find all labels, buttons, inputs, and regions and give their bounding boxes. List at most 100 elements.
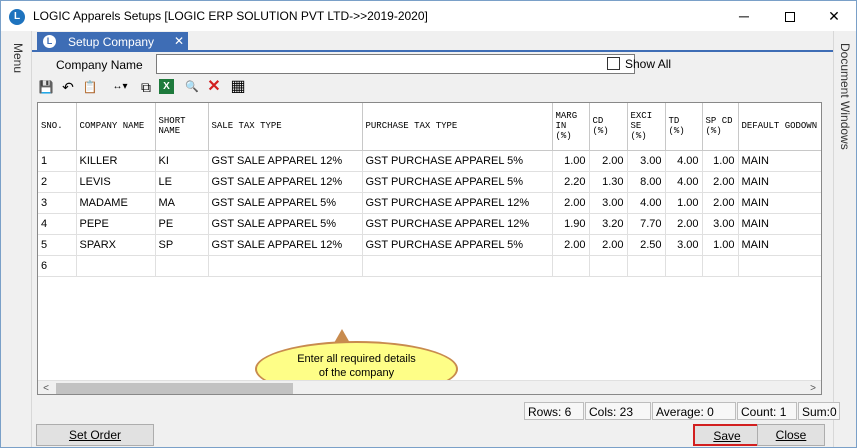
cell-td[interactable]: 3.00 <box>665 234 703 256</box>
cell-excise[interactable]: 4.00 <box>627 192 666 214</box>
cell-purchase-tax-type[interactable]: GST PURCHASE APPAREL 12% <box>362 213 553 235</box>
col-header-td[interactable]: TD (%) <box>665 103 703 151</box>
col-header-default-godown[interactable]: DEFAULT GODOWN <box>738 103 821 151</box>
cell-company-name[interactable]: LEVIS <box>76 171 156 193</box>
scroll-right-icon[interactable]: > <box>805 381 821 394</box>
cell-purchase-tax-type[interactable]: GST PURCHASE APPAREL 5% <box>362 171 553 193</box>
minimize-button[interactable]: ─ <box>721 1 767 31</box>
cell-excise[interactable]: 2.50 <box>627 234 666 256</box>
cell-company-name[interactable]: PEPE <box>76 213 156 235</box>
scroll-left-icon[interactable]: < <box>38 381 54 394</box>
cell-margin[interactable]: 2.20 <box>552 171 590 193</box>
cell-sale-tax-type[interactable]: GST SALE APPAREL 12% <box>208 171 363 193</box>
binoculars-find-icon[interactable]: 🔍 <box>183 78 201 96</box>
save-icon[interactable]: 💾 <box>37 78 55 96</box>
cell-sale-tax-type[interactable]: GST SALE APPAREL 5% <box>208 213 363 235</box>
cell-td[interactable] <box>665 255 703 277</box>
col-header-sno[interactable]: SNO. <box>38 103 77 151</box>
copy-icon[interactable]: ⧉ <box>137 78 155 96</box>
document-windows-panel[interactable]: Document Windows <box>833 31 856 447</box>
cell-margin[interactable]: 1.00 <box>552 150 590 172</box>
cell-short-name[interactable] <box>155 255 209 277</box>
cell-company-name[interactable]: KILLER <box>76 150 156 172</box>
close-button[interactable]: Close <box>757 424 825 446</box>
col-header-margin[interactable]: MARG IN (%) <box>552 103 590 151</box>
tab-setup-company[interactable]: L Setup Company ✕ <box>37 32 188 52</box>
cell-sno[interactable]: 4 <box>38 213 77 235</box>
cell-sp-cd[interactable] <box>702 255 739 277</box>
col-header-sp-cd[interactable]: SP CD (%) <box>702 103 739 151</box>
cell-short-name[interactable]: SP <box>155 234 209 256</box>
col-header-cd[interactable]: CD (%) <box>589 103 628 151</box>
cell-excise[interactable]: 3.00 <box>627 150 666 172</box>
cell-margin[interactable] <box>552 255 590 277</box>
column-width-icon[interactable]: ↔▾ <box>107 78 133 96</box>
cell-cd[interactable] <box>589 255 628 277</box>
table-row[interactable]: 6 <box>38 255 821 277</box>
cell-cd[interactable]: 1.30 <box>589 171 628 193</box>
cell-td[interactable]: 1.00 <box>665 192 703 214</box>
cell-sale-tax-type[interactable] <box>208 255 363 277</box>
cell-company-name[interactable]: SPARX <box>76 234 156 256</box>
cell-short-name[interactable]: MA <box>155 192 209 214</box>
col-header-sale-tax-type[interactable]: SALE TAX TYPE <box>208 103 363 151</box>
delete-icon[interactable]: ✕ <box>205 78 223 96</box>
cell-sp-cd[interactable]: 2.00 <box>702 192 739 214</box>
cell-sno[interactable]: 6 <box>38 255 77 277</box>
cell-td[interactable]: 2.00 <box>665 213 703 235</box>
cell-default-godown[interactable]: MAIN <box>738 192 821 214</box>
cell-default-godown[interactable]: MAIN <box>738 171 821 193</box>
close-window-button[interactable]: ✕ <box>811 1 857 31</box>
cell-sale-tax-type[interactable]: GST SALE APPAREL 12% <box>208 150 363 172</box>
cell-td[interactable]: 4.00 <box>665 150 703 172</box>
cell-margin[interactable]: 2.00 <box>552 192 590 214</box>
cell-purchase-tax-type[interactable]: GST PURCHASE APPAREL 5% <box>362 150 553 172</box>
cell-sp-cd[interactable]: 2.00 <box>702 171 739 193</box>
cell-sale-tax-type[interactable]: GST SALE APPAREL 12% <box>208 234 363 256</box>
cell-excise[interactable]: 7.70 <box>627 213 666 235</box>
cell-purchase-tax-type[interactable]: GST PURCHASE APPAREL 12% <box>362 192 553 214</box>
grid-layout-icon[interactable]: ▦ <box>229 78 247 96</box>
col-header-company-name[interactable]: COMPANY NAME <box>76 103 156 151</box>
cell-cd[interactable]: 2.00 <box>589 150 628 172</box>
notes-icon[interactable]: 📋 <box>81 78 99 96</box>
cell-sp-cd[interactable]: 1.00 <box>702 150 739 172</box>
cell-sno[interactable]: 3 <box>38 192 77 214</box>
col-header-short-name[interactable]: SHORT NAME <box>155 103 209 151</box>
undo-icon[interactable]: ↶ <box>59 78 77 96</box>
table-row[interactable]: 1 KILLER KI GST SALE APPAREL 12% GST PUR… <box>38 150 821 172</box>
cell-purchase-tax-type[interactable] <box>362 255 553 277</box>
cell-sp-cd[interactable]: 3.00 <box>702 213 739 235</box>
table-row[interactable]: 5 SPARX SP GST SALE APPAREL 12% GST PURC… <box>38 234 821 256</box>
set-order-button[interactable]: Set Order <box>36 424 154 446</box>
save-button[interactable]: Save <box>693 424 761 446</box>
cell-sp-cd[interactable]: 1.00 <box>702 234 739 256</box>
cell-cd[interactable]: 3.00 <box>589 192 628 214</box>
cell-margin[interactable]: 1.90 <box>552 213 590 235</box>
show-all-checkbox[interactable] <box>607 57 620 70</box>
table-row[interactable]: 4 PEPE PE GST SALE APPAREL 5% GST PURCHA… <box>38 213 821 235</box>
menu-panel[interactable]: Menu <box>1 31 32 447</box>
cell-purchase-tax-type[interactable]: GST PURCHASE APPAREL 5% <box>362 234 553 256</box>
cell-td[interactable]: 4.00 <box>665 171 703 193</box>
table-row[interactable]: 3 MADAME MA GST SALE APPAREL 5% GST PURC… <box>38 192 821 214</box>
cell-sno[interactable]: 5 <box>38 234 77 256</box>
company-grid[interactable]: SNO. COMPANY NAME SHORT NAME SALE TAX TY… <box>37 102 822 395</box>
horizontal-scrollbar[interactable]: < > <box>38 380 821 394</box>
cell-excise[interactable]: 8.00 <box>627 171 666 193</box>
cell-company-name[interactable]: MADAME <box>76 192 156 214</box>
table-row[interactable]: 2 LEVIS LE GST SALE APPAREL 12% GST PURC… <box>38 171 821 193</box>
cell-margin[interactable]: 2.00 <box>552 234 590 256</box>
cell-default-godown[interactable]: MAIN <box>738 213 821 235</box>
cell-default-godown[interactable] <box>738 255 821 277</box>
cell-cd[interactable]: 3.20 <box>589 213 628 235</box>
cell-default-godown[interactable]: MAIN <box>738 234 821 256</box>
cell-short-name[interactable]: PE <box>155 213 209 235</box>
cell-excise[interactable] <box>627 255 666 277</box>
maximize-button[interactable] <box>767 1 813 31</box>
cell-short-name[interactable]: LE <box>155 171 209 193</box>
cell-cd[interactable]: 2.00 <box>589 234 628 256</box>
cell-company-name[interactable] <box>76 255 156 277</box>
tab-close-icon[interactable]: ✕ <box>174 34 184 48</box>
scrollbar-thumb[interactable] <box>56 383 293 394</box>
